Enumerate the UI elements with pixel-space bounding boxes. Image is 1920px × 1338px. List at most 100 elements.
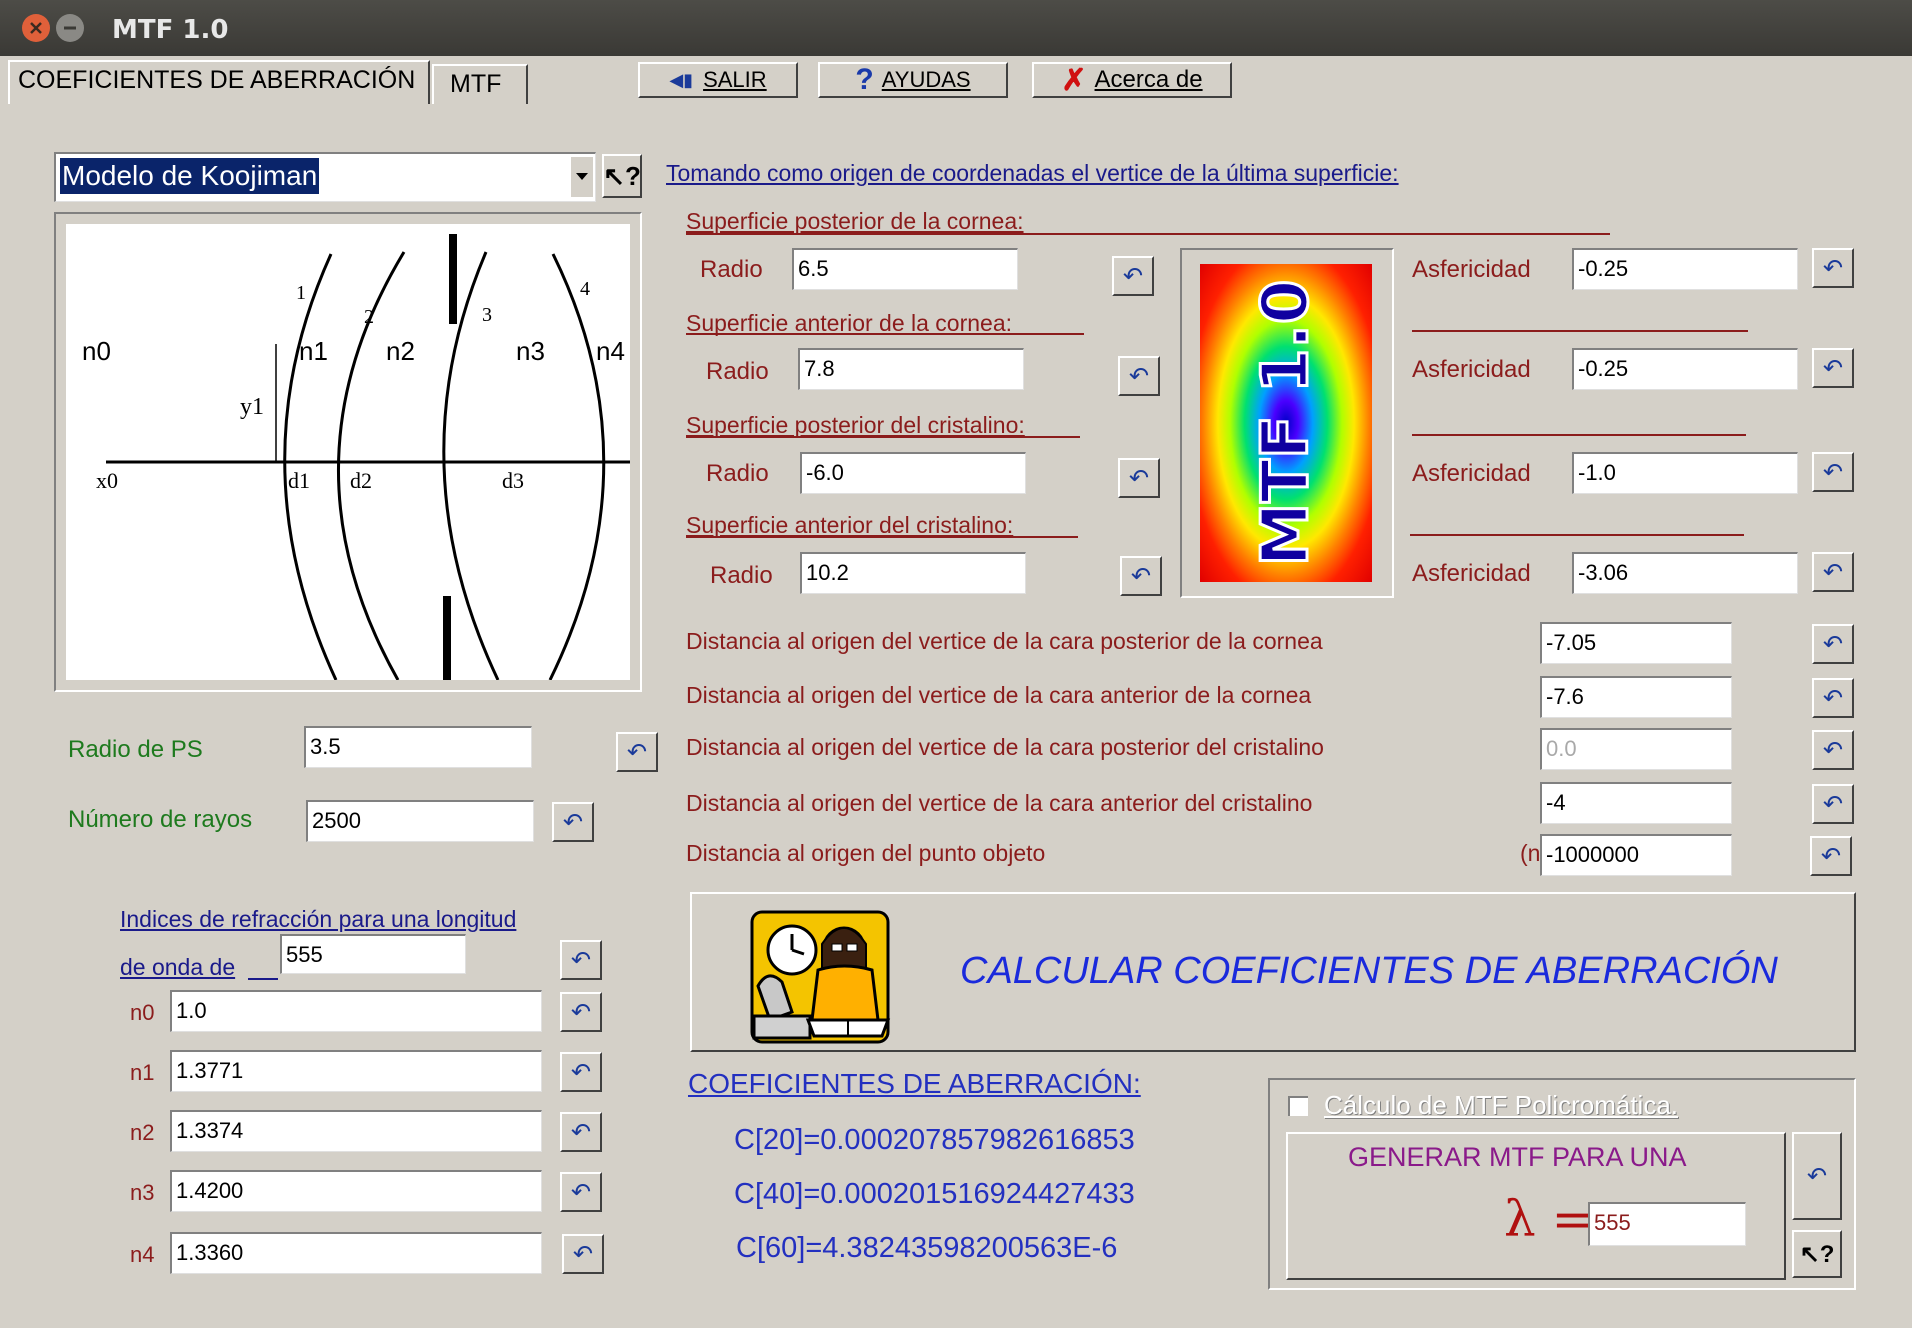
index-n2-field[interactable]: 1.3374 <box>170 1110 542 1152</box>
distance-2-field[interactable]: -7.6 <box>1540 676 1732 718</box>
surface-1-radio-field[interactable]: 6.5 <box>792 248 1018 290</box>
surface-4-radio-field[interactable]: 10.2 <box>800 552 1026 594</box>
surface-1-asf-field[interactable]: -0.25 <box>1572 248 1798 290</box>
surface-4-asf-field[interactable]: -3.06 <box>1572 552 1798 594</box>
wavelength-undo-button[interactable]: ↶ <box>560 940 602 980</box>
pupil-label: Radio de PS <box>68 736 203 763</box>
acerca-label: Acerca de <box>1094 66 1203 93</box>
surface-2-radio-undo-button[interactable]: ↶ <box>1118 356 1160 396</box>
distance-4-field[interactable]: -4 <box>1540 782 1732 824</box>
distance-1-field[interactable]: -7.05 <box>1540 622 1732 664</box>
diagram-label-d2: d2 <box>350 468 372 493</box>
surface-4-heading: Superficie anterior del cristalino: <box>686 512 1014 538</box>
mtf-help-button[interactable]: ↖? <box>1792 1230 1842 1278</box>
diagram-label-n3: n3 <box>516 336 545 366</box>
diagram-label-surface-4: 4 <box>580 278 590 300</box>
rays-undo-button[interactable]: ↶ <box>552 802 594 842</box>
diagram-label-n2: n2 <box>386 336 415 366</box>
coefficient-c40: C[40]=0.000201516924427433 <box>734 1178 1135 1210</box>
polychromatic-checkbox[interactable] <box>1288 1096 1308 1116</box>
mtf-panel: Cálculo de MTF Policromática. GENERAR MT… <box>1268 1078 1856 1290</box>
surface-4-asf-label: Asfericidad <box>1412 560 1531 587</box>
index-n4-field[interactable]: 1.3360 <box>170 1232 542 1274</box>
distance-3-label: Distancia al origen del vertice de la ca… <box>686 734 1324 760</box>
distance-5-field[interactable]: -1000000 <box>1540 834 1732 876</box>
distance-4-undo-button[interactable]: ↶ <box>1812 784 1854 824</box>
polychromatic-label[interactable]: Cálculo de MTF Policromática. <box>1324 1090 1678 1121</box>
surface-3-rule <box>686 436 1080 438</box>
diagram-label-y1: y1 <box>240 394 264 420</box>
generate-mtf-button[interactable]: GENERAR MTF PARA UNA λ = 555 <box>1286 1132 1786 1280</box>
main-window: MTF 1.0 COEFICIENTES DE ABERRACIÓN MTF ◀… <box>0 0 1912 1328</box>
model-help-button[interactable]: ↖? <box>602 154 642 198</box>
index-n4-undo-button[interactable]: ↶ <box>562 1234 604 1274</box>
distance-3-undo-button[interactable]: ↶ <box>1812 730 1854 770</box>
surface-3-asf-field[interactable]: -1.0 <box>1572 452 1798 494</box>
index-n0-field[interactable]: 1.0 <box>170 990 542 1032</box>
index-n4-label: n4 <box>130 1242 155 1267</box>
distance-1-undo-button[interactable]: ↶ <box>1812 624 1854 664</box>
wavelength-field[interactable]: 555 <box>280 934 466 974</box>
surface-1-radio-undo-button[interactable]: ↶ <box>1112 256 1154 296</box>
distance-5-label: Distancia al origen del punto objeto <box>686 840 1046 866</box>
refraction-title-line2: de onda de <box>120 954 236 980</box>
diagram-label-surface-1: 1 <box>296 282 306 304</box>
distance-4-label: Distancia al origen del vertice de la ca… <box>686 790 1313 816</box>
close-icon[interactable] <box>22 14 50 42</box>
title-bar: MTF 1.0 <box>0 0 1912 56</box>
diagram-label-d1: d1 <box>288 468 310 493</box>
index-n2-undo-button[interactable]: ↶ <box>560 1112 602 1152</box>
surface-4-asf-undo-button[interactable]: ↶ <box>1812 552 1854 592</box>
ayudas-button[interactable]: ? AYUDAS <box>818 62 1008 98</box>
pupil-field[interactable]: 3.5 <box>304 726 532 768</box>
acerca-button[interactable]: ✗ Acerca de <box>1032 62 1232 98</box>
tab-coeficientes[interactable]: COEFICIENTES DE ABERRACIÓN <box>8 60 430 104</box>
salir-button[interactable]: ◀▮ SALIR <box>638 62 798 98</box>
coefficient-c60: C[60]=4.38243598200563E-6 <box>736 1232 1118 1264</box>
model-select[interactable]: Modelo de Koojiman <box>54 152 596 202</box>
tab-mtf[interactable]: MTF <box>432 64 528 104</box>
chevron-down-icon[interactable] <box>570 157 593 197</box>
surface-2-radio-field[interactable]: 7.8 <box>798 348 1024 390</box>
distance-2-undo-button[interactable]: ↶ <box>1812 678 1854 718</box>
index-n3-undo-button[interactable]: ↶ <box>560 1172 602 1212</box>
mtf-logo: MTF 1.0 <box>1200 264 1372 582</box>
surface-3-radio-undo-button[interactable]: ↶ <box>1118 458 1160 498</box>
lambda-undo-button[interactable]: ↶ <box>1792 1132 1842 1220</box>
diagram-label-n4: n4 <box>596 336 625 366</box>
distance-5-prefix: (n <box>1520 840 1541 866</box>
index-n0-label: n0 <box>130 1000 155 1025</box>
index-n0-undo-button[interactable]: ↶ <box>560 992 602 1032</box>
origin-title: Tomando como origen de coordenadas el ve… <box>666 160 1399 186</box>
diagram-label-surface-3: 3 <box>482 304 492 326</box>
diagram-label-d3: d3 <box>502 468 524 493</box>
diagram-label-n1: n1 <box>299 336 328 366</box>
rays-field[interactable]: 2500 <box>306 800 534 842</box>
logo-text: MTF 1.0 <box>1248 278 1325 568</box>
coefficient-c20: C[20]=0.000207857982616853 <box>734 1124 1135 1156</box>
pointer-help-icon: ↖? <box>603 160 641 191</box>
surface-4-radio-undo-button[interactable]: ↶ <box>1120 556 1162 596</box>
surface-2-radio-label: Radio <box>706 358 769 385</box>
lambda-field[interactable]: 555 <box>1588 1202 1746 1246</box>
surface-3-asf-undo-button[interactable]: ↶ <box>1812 452 1854 492</box>
index-n1-label: n1 <box>130 1060 155 1085</box>
surface-2-asf-undo-button[interactable]: ↶ <box>1812 348 1854 388</box>
index-n3-field[interactable]: 1.4200 <box>170 1170 542 1212</box>
surface-1-asf-undo-button[interactable]: ↶ <box>1812 248 1854 288</box>
surface-3-asf-label: Asfericidad <box>1412 460 1531 487</box>
diagram-label-surface-2: 2 <box>364 306 374 328</box>
surface-2-asf-rule <box>1412 330 1748 332</box>
surface-3-radio-field[interactable]: -6.0 <box>800 452 1026 494</box>
distance-5-undo-button[interactable]: ↶ <box>1810 836 1852 876</box>
index-n1-field[interactable]: 1.3771 <box>170 1050 542 1092</box>
model-select-value: Modelo de Koojiman <box>60 158 320 194</box>
minimize-icon[interactable] <box>56 14 84 42</box>
index-n1-undo-button[interactable]: ↶ <box>560 1052 602 1092</box>
calculate-button[interactable]: CALCULAR COEFICIENTES DE ABERRACIÓN <box>690 892 1856 1052</box>
pupil-undo-button[interactable]: ↶ <box>616 732 658 772</box>
help-icon: ? <box>855 63 874 96</box>
surface-2-asf-field[interactable]: -0.25 <box>1572 348 1798 390</box>
ayudas-label: AYUDAS <box>881 67 971 92</box>
refraction-title-rule <box>248 978 278 980</box>
